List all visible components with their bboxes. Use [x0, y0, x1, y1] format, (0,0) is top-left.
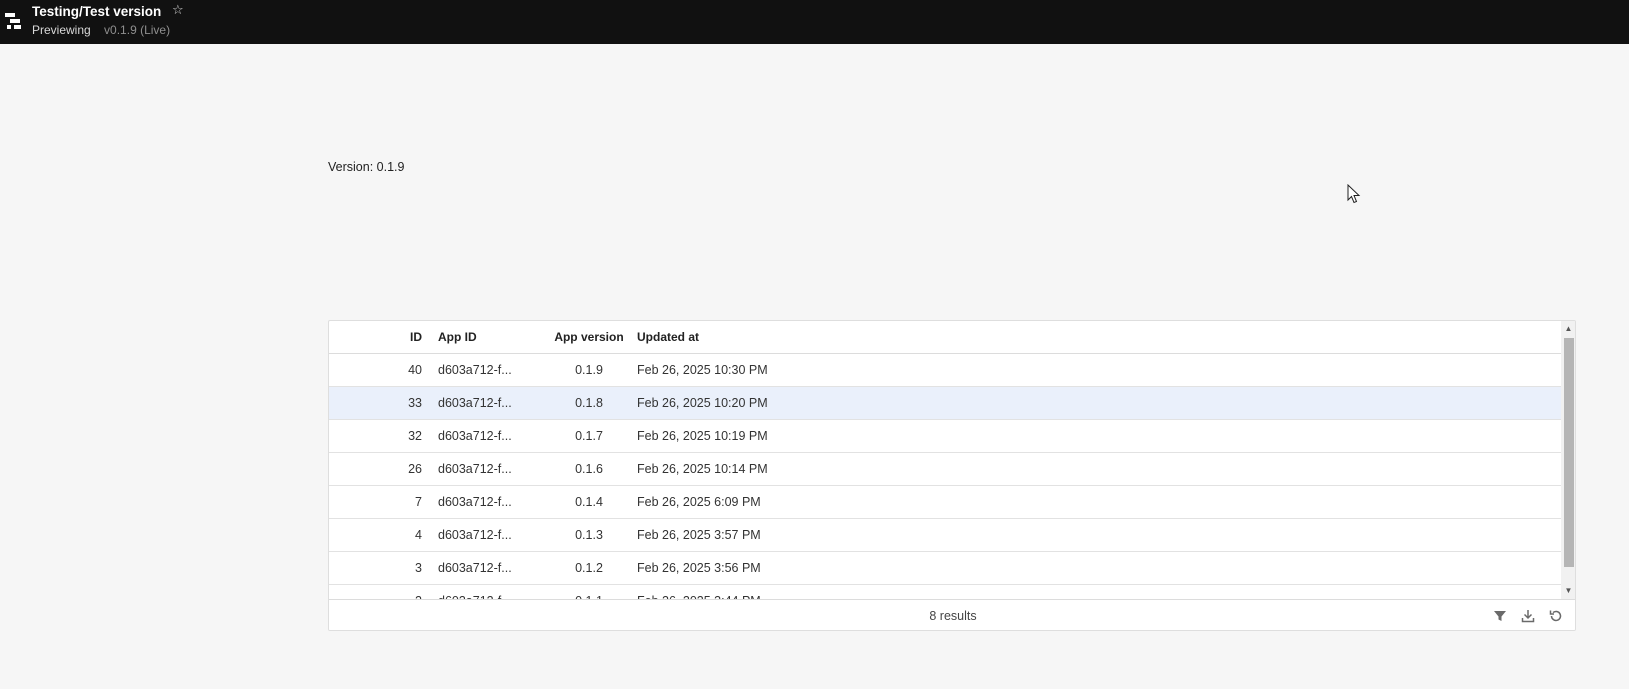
cell-app-version: 0.1.4: [575, 495, 603, 509]
previewing-label: Previewing: [32, 23, 91, 37]
cell-app-id: d603a712-f...: [438, 363, 512, 377]
app-logo-icon[interactable]: [5, 12, 23, 30]
app-title: Testing/Test version: [32, 4, 162, 19]
table-body: 40 d603a712-f... 0.1.9 Feb 26, 2025 10:3…: [329, 354, 1561, 599]
cell-app-id: d603a712-f...: [438, 462, 512, 476]
cell-id: 33: [408, 396, 422, 410]
cell-app-id: d603a712-f...: [438, 561, 512, 575]
column-header-updated-at[interactable]: Updated at: [637, 321, 937, 353]
cell-app-version: 0.1.3: [575, 528, 603, 542]
table-viewport[interactable]: ID App ID App version Updated at 40 d603…: [329, 321, 1561, 599]
cell-app-id: d603a712-f...: [438, 585, 533, 599]
versions-table: ID App ID App version Updated at 40 d603…: [328, 320, 1576, 631]
table-row-selected[interactable]: 33 d603a712-f... 0.1.8 Feb 26, 2025 10:2…: [329, 387, 1561, 420]
version-text: Version: 0.1.9: [328, 160, 405, 174]
preview-status: Previewing v0.1.9 (Live): [32, 23, 170, 37]
column-header-app-id[interactable]: App ID: [438, 321, 533, 353]
top-bar: Testing/Test version ☆ Previewing v0.1.9…: [0, 0, 1629, 44]
scroll-up-arrow-icon[interactable]: ▲: [1561, 323, 1575, 335]
cell-app-version: 0.1.9: [575, 363, 603, 377]
cell-updated-at: Feb 26, 2025 3:57 PM: [637, 528, 761, 542]
table-header: ID App ID App version Updated at: [329, 321, 1561, 354]
cell-updated-at: Feb 26, 2025 3:56 PM: [637, 561, 761, 575]
cell-updated-at: Feb 26, 2025 6:09 PM: [637, 495, 761, 509]
results-count: 8 results: [929, 609, 977, 623]
scrollbar-thumb[interactable]: [1564, 338, 1574, 567]
table-row[interactable]: 4 d603a712-f... 0.1.3 Feb 26, 2025 3:57 …: [329, 519, 1561, 552]
cell-id: 32: [408, 429, 422, 443]
cell-app-id: d603a712-f...: [438, 429, 512, 443]
table-scrollbar[interactable]: ▲ ▼: [1561, 321, 1575, 599]
cell-id: 2: [329, 585, 422, 599]
filter-icon[interactable]: [1492, 608, 1508, 624]
table-row[interactable]: 3 d603a712-f... 0.1.2 Feb 26, 2025 3:56 …: [329, 552, 1561, 585]
table-footer: 8 results: [329, 599, 1575, 630]
cell-id: 3: [415, 561, 422, 575]
cell-app-version: 0.1.8: [575, 396, 603, 410]
refresh-icon[interactable]: [1548, 608, 1564, 624]
table-row[interactable]: 26 d603a712-f... 0.1.6 Feb 26, 2025 10:1…: [329, 453, 1561, 486]
cell-app-version: 0.1.7: [575, 429, 603, 443]
cell-id: 40: [408, 363, 422, 377]
cell-app-id: d603a712-f...: [438, 528, 512, 542]
cell-app-id: d603a712-f...: [438, 396, 512, 410]
cell-updated-at: Feb 26, 2025 10:14 PM: [637, 462, 768, 476]
table-row[interactable]: 7 d603a712-f... 0.1.4 Feb 26, 2025 6:09 …: [329, 486, 1561, 519]
cell-id: 26: [408, 462, 422, 476]
column-header-app-version[interactable]: App version: [534, 321, 644, 353]
cell-updated-at: Feb 26, 2025 10:20 PM: [637, 396, 768, 410]
download-icon[interactable]: [1520, 608, 1536, 624]
live-version-label: v0.1.9 (Live): [104, 23, 171, 37]
star-icon[interactable]: ☆: [172, 3, 186, 17]
table-row[interactable]: 32 d603a712-f... 0.1.7 Feb 26, 2025 10:1…: [329, 420, 1561, 453]
scroll-down-arrow-icon[interactable]: ▼: [1561, 585, 1575, 597]
table-row[interactable]: 2 d603a712-f... 0.1.1 Feb 26, 2025 3:44 …: [329, 585, 1561, 599]
cell-app-version: 0.1.6: [575, 462, 603, 476]
cell-id: 4: [415, 528, 422, 542]
mouse-cursor-icon: [1347, 184, 1361, 204]
cell-updated-at: Feb 26, 2025 3:44 PM: [637, 585, 937, 599]
cell-app-id: d603a712-f...: [438, 495, 512, 509]
table-row[interactable]: 40 d603a712-f... 0.1.9 Feb 26, 2025 10:3…: [329, 354, 1561, 387]
cell-app-version: 0.1.2: [575, 561, 603, 575]
cell-app-version: 0.1.1: [534, 585, 644, 599]
column-header-id[interactable]: ID: [329, 321, 422, 353]
cell-id: 7: [415, 495, 422, 509]
cell-updated-at: Feb 26, 2025 10:19 PM: [637, 429, 768, 443]
cell-updated-at: Feb 26, 2025 10:30 PM: [637, 363, 768, 377]
